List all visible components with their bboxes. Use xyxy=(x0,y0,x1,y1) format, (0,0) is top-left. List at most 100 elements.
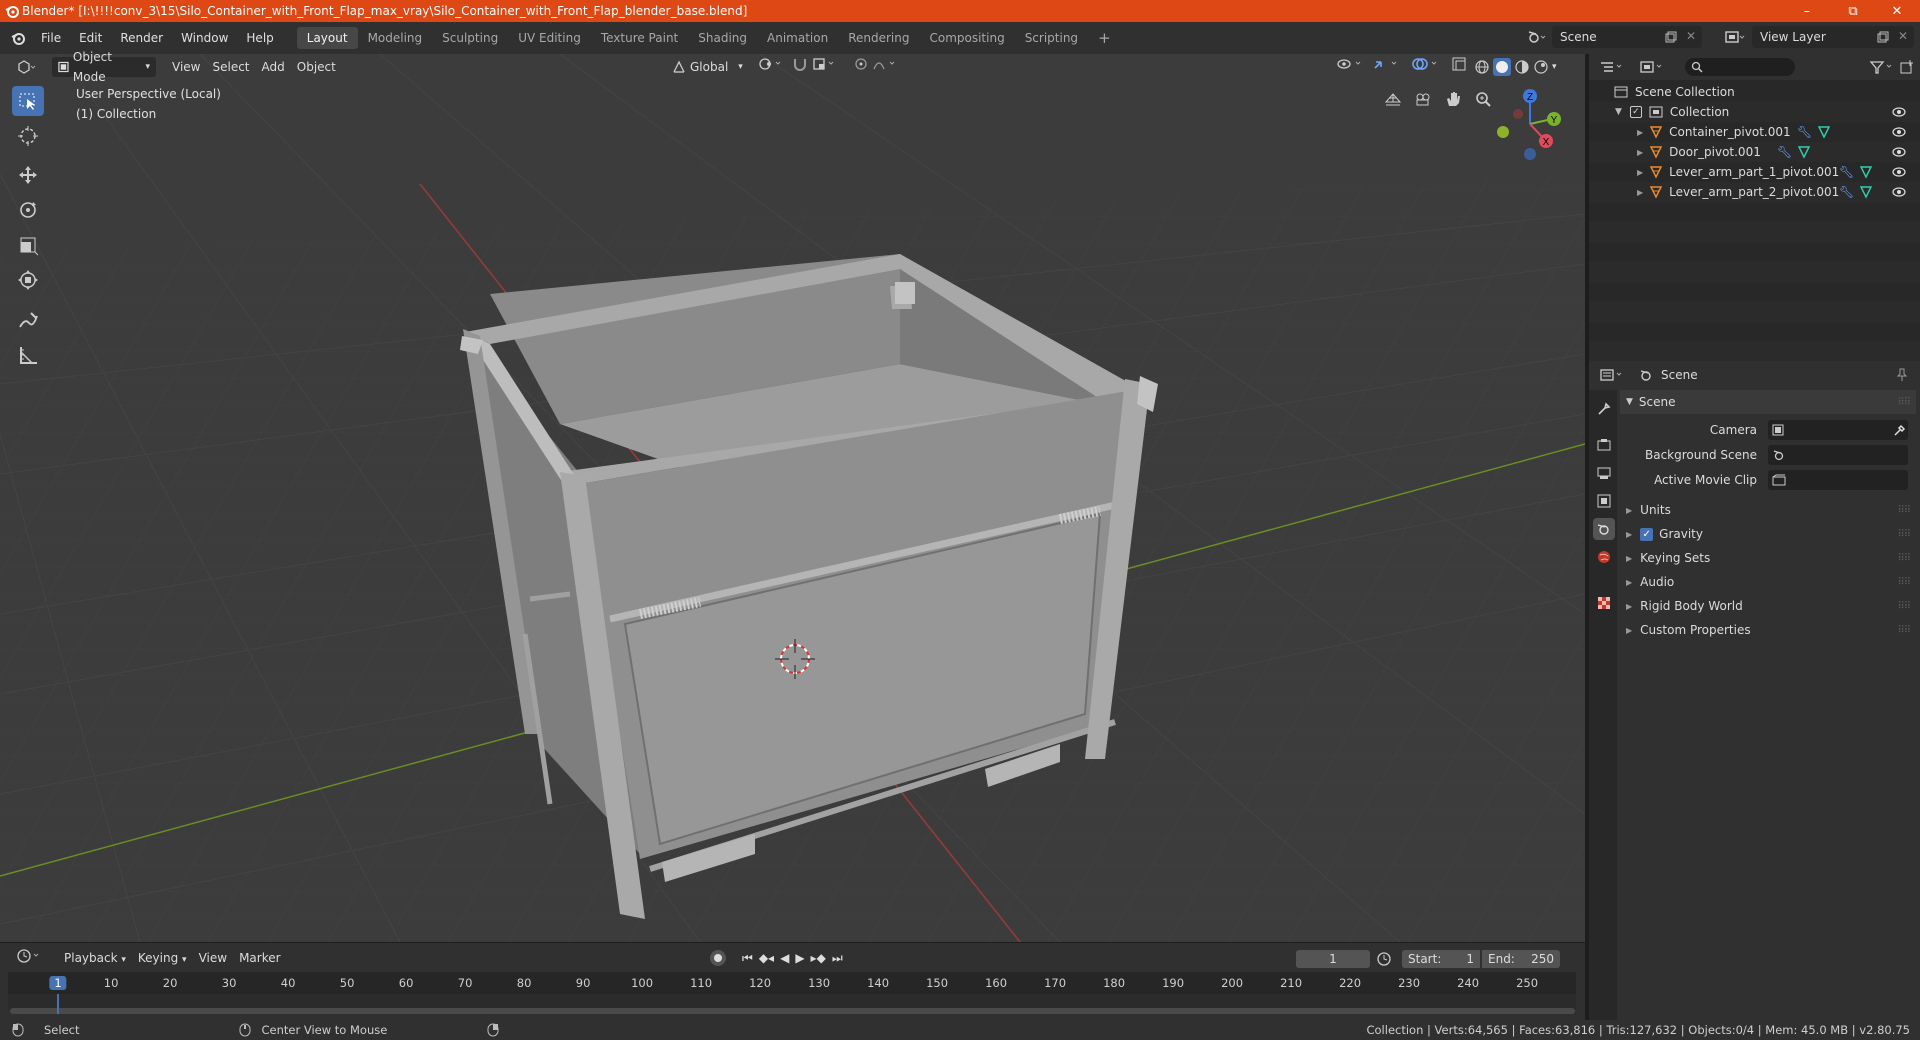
drag-handle-icon[interactable]: ⠿⠿ xyxy=(1897,505,1911,516)
jump-end-icon[interactable]: ⏭ xyxy=(832,951,843,966)
menu-help[interactable]: Help xyxy=(237,27,282,49)
background-scene-field[interactable] xyxy=(1768,445,1908,465)
tab-world[interactable] xyxy=(1593,546,1615,568)
drag-handle-icon[interactable]: ⠿⠿ xyxy=(1897,397,1911,408)
view-layer-selector[interactable]: View Layer ✕ xyxy=(1752,26,1914,48)
outliner-object-row[interactable]: ▶ Container_pivot.001 🔧︎ xyxy=(1589,122,1920,142)
modifier-wrench-icon[interactable]: 🔧︎ xyxy=(1797,125,1812,139)
add-workspace-button[interactable]: + xyxy=(1088,27,1121,49)
timeline-editor-type-button[interactable] xyxy=(10,948,50,968)
drag-handle-icon[interactable]: ⠿⠿ xyxy=(1897,529,1911,540)
tab-scripting[interactable]: Scripting xyxy=(1015,27,1088,49)
rigid-body-world-panel-header[interactable]: ▶ Rigid Body World ⠿⠿ xyxy=(1620,594,1916,618)
current-frame-field[interactable]: 1 xyxy=(1296,950,1370,968)
custom-properties-panel-header[interactable]: ▶ Custom Properties ⠿⠿ xyxy=(1620,618,1916,642)
material-shading-icon[interactable] xyxy=(1514,59,1530,75)
timeline-menu-view[interactable]: View xyxy=(193,948,233,968)
camera-field[interactable] xyxy=(1768,420,1908,440)
gizmo-toggle[interactable] xyxy=(1366,57,1408,77)
drag-handle-icon[interactable]: ⠿⠿ xyxy=(1897,577,1911,588)
scene-panel-header[interactable]: ▼ Scene ⠿⠿ xyxy=(1620,390,1916,414)
timeline-menu-keying[interactable]: Keying ▾ xyxy=(132,948,193,968)
view-layer-type-icon[interactable] xyxy=(1724,28,1746,46)
menu-file[interactable]: File xyxy=(32,27,70,49)
eye-icon[interactable] xyxy=(1892,186,1906,198)
active-movie-clip-field[interactable] xyxy=(1768,470,1908,490)
viewport-menu-object[interactable]: Object xyxy=(291,57,342,77)
viewport-menu-add[interactable]: Add xyxy=(256,57,291,77)
camera-view-button[interactable] xyxy=(1410,86,1436,112)
tab-view-layer[interactable] xyxy=(1593,490,1615,512)
drag-handle-icon[interactable]: ⠿⠿ xyxy=(1897,625,1911,636)
pan-view-button[interactable] xyxy=(1440,86,1466,112)
tab-shading[interactable]: Shading xyxy=(688,27,757,49)
tab-scene[interactable] xyxy=(1593,518,1615,540)
next-keyframe-icon[interactable]: ▸◆ xyxy=(811,951,826,965)
expand-down-icon[interactable]: ▼ xyxy=(1615,107,1622,117)
outliner-scene-collection[interactable]: Scene Collection xyxy=(1589,82,1920,102)
drag-handle-icon[interactable]: ⠿⠿ xyxy=(1897,553,1911,564)
blender-menu-icon[interactable] xyxy=(10,30,26,46)
new-collection-icon[interactable] xyxy=(1899,59,1915,75)
snap-target-button[interactable] xyxy=(806,57,844,77)
tab-tool[interactable] xyxy=(1593,398,1615,420)
move-tool[interactable] xyxy=(12,160,44,190)
neg-x-handle[interactable] xyxy=(1513,109,1523,119)
timeline-scrollbar[interactable] xyxy=(10,1008,1575,1014)
mesh-data-icon[interactable] xyxy=(1797,145,1811,159)
record-button[interactable] xyxy=(710,950,726,966)
menu-render[interactable]: Render xyxy=(111,27,172,49)
select-box-tool[interactable] xyxy=(12,86,44,116)
eye-icon[interactable] xyxy=(1892,106,1906,118)
display-mode-icon[interactable] xyxy=(1639,59,1667,75)
expand-right-icon[interactable]: ▶ xyxy=(1637,128,1643,137)
tab-animation[interactable]: Animation xyxy=(757,27,838,49)
tab-texture-paint[interactable]: Texture Paint xyxy=(591,27,688,49)
3d-viewport[interactable] xyxy=(0,54,1585,942)
menu-edit[interactable]: Edit xyxy=(70,27,111,49)
neg-y-handle[interactable] xyxy=(1497,126,1509,138)
mesh-data-icon[interactable] xyxy=(1817,125,1831,139)
close-button[interactable]: ✕ xyxy=(1874,0,1920,22)
start-frame-field[interactable]: Start: 1 xyxy=(1402,950,1480,968)
scale-tool[interactable] xyxy=(12,230,44,260)
jump-start-icon[interactable]: ⏮ xyxy=(742,951,753,966)
editor-type-button[interactable] xyxy=(10,57,44,77)
rotate-tool[interactable] xyxy=(12,195,44,225)
mode-dropdown[interactable]: Object Mode ▾ xyxy=(52,50,156,84)
properties-editor-icon[interactable] xyxy=(1599,367,1627,383)
eye-icon[interactable] xyxy=(1892,126,1906,138)
wireframe-shading-icon[interactable] xyxy=(1474,59,1490,75)
transform-tool[interactable] xyxy=(12,265,44,295)
preview-range-clock-icon[interactable] xyxy=(1376,951,1392,967)
timeline-menu-playback[interactable]: Playback ▾ xyxy=(58,948,132,968)
tab-rendering[interactable]: Rendering xyxy=(838,27,919,49)
maximize-button[interactable]: ⧉ xyxy=(1830,0,1876,22)
outliner-object-row[interactable]: ▶ Door_pivot.001 🔧︎ xyxy=(1589,142,1920,162)
pivot-point-button[interactable] xyxy=(752,57,790,77)
tab-render[interactable] xyxy=(1593,434,1615,456)
navigation-gizmo[interactable]: Z Y X xyxy=(1490,84,1570,164)
measure-tool[interactable] xyxy=(12,340,44,370)
toggle-grid-view-button[interactable] xyxy=(1380,86,1406,112)
overlays-toggle[interactable] xyxy=(1406,57,1448,77)
drag-handle-icon[interactable]: ⠿⠿ xyxy=(1897,601,1911,612)
close-icon[interactable]: ✕ xyxy=(1686,29,1696,43)
minimize-button[interactable]: – xyxy=(1784,0,1830,22)
modifier-wrench-icon[interactable]: 🔧︎ xyxy=(1777,145,1792,159)
outliner-object-row[interactable]: ▶ Lever_arm_part_2_pivot.001 🔧︎ xyxy=(1589,182,1920,202)
solid-shading-icon[interactable] xyxy=(1494,59,1510,75)
expand-right-icon[interactable]: ▶ xyxy=(1637,188,1643,197)
tab-sculpting[interactable]: Sculpting xyxy=(432,27,508,49)
prev-keyframe-icon[interactable]: ◆◂ xyxy=(759,951,774,965)
annotate-tool[interactable] xyxy=(12,306,44,336)
tab-modeling[interactable]: Modeling xyxy=(358,27,433,49)
gravity-panel-header[interactable]: ▶ ✓ Gravity ⠿⠿ xyxy=(1620,522,1916,546)
proportional-falloff-button[interactable] xyxy=(866,57,906,77)
filter-icon[interactable] xyxy=(1869,59,1897,75)
scene-selector[interactable]: Scene ✕ xyxy=(1552,26,1702,48)
eye-icon[interactable] xyxy=(1892,146,1906,158)
cursor-tool[interactable] xyxy=(12,121,44,151)
modifier-wrench-icon[interactable]: 🔧︎ xyxy=(1839,165,1854,179)
viewport-menu-select[interactable]: Select xyxy=(206,57,255,77)
